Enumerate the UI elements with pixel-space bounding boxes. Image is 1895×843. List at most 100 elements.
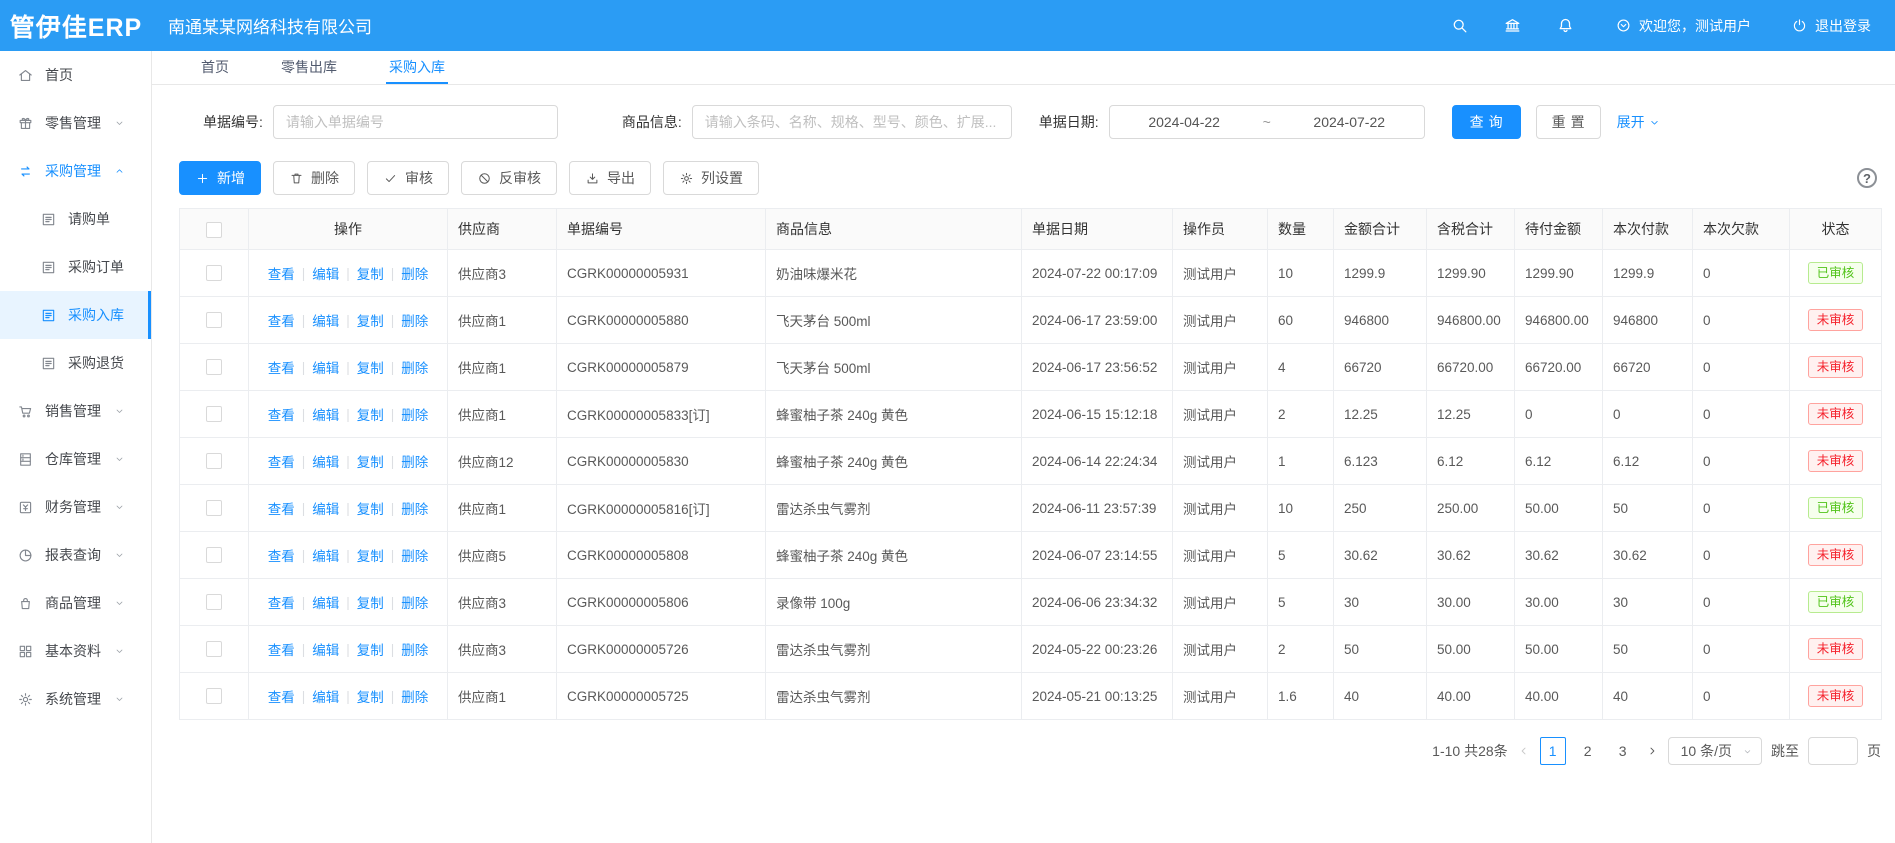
row-action-copy[interactable]: 复制: [357, 451, 384, 471]
row-checkbox[interactable]: [206, 265, 222, 281]
row-checkbox[interactable]: [206, 312, 222, 328]
date-range-input[interactable]: 2024-04-22 ~ 2024-07-22: [1109, 105, 1425, 139]
tab-home[interactable]: 首页: [198, 51, 232, 84]
gear-icon: [17, 691, 34, 708]
sidebar-item-finance[interactable]: 财务管理: [0, 483, 151, 531]
page-number-1[interactable]: 1: [1540, 737, 1566, 765]
page-number-2[interactable]: 2: [1575, 737, 1601, 765]
row-action-copy[interactable]: 复制: [357, 357, 384, 377]
row-action-edit[interactable]: 编辑: [312, 686, 339, 706]
row-action-edit[interactable]: 编辑: [312, 451, 339, 471]
row-action-delete[interactable]: 删除: [401, 639, 428, 659]
row-action-view[interactable]: 查看: [268, 404, 295, 424]
sidebar-item-requisition[interactable]: 请购单: [0, 195, 151, 243]
row-action-edit[interactable]: 编辑: [312, 310, 339, 330]
bell-icon[interactable]: [1556, 16, 1575, 35]
logout-button[interactable]: 退出登录: [1791, 16, 1871, 36]
row-action-edit[interactable]: 编辑: [312, 404, 339, 424]
sidebar-item-purchase-return[interactable]: 采购退货: [0, 339, 151, 387]
row-checkbox[interactable]: [206, 406, 222, 422]
row-action-copy[interactable]: 复制: [357, 592, 384, 612]
row-action-view[interactable]: 查看: [268, 592, 295, 612]
add-button[interactable]: 新增: [179, 161, 261, 195]
row-action-view[interactable]: 查看: [268, 686, 295, 706]
row-action-delete[interactable]: 删除: [401, 357, 428, 377]
row-action-edit[interactable]: 编辑: [312, 357, 339, 377]
row-action-copy[interactable]: 复制: [357, 545, 384, 565]
row-action-view[interactable]: 查看: [268, 545, 295, 565]
row-action-edit[interactable]: 编辑: [312, 545, 339, 565]
row-action-delete[interactable]: 删除: [401, 498, 428, 518]
delete-button[interactable]: 删除: [273, 161, 355, 195]
row-action-delete[interactable]: 删除: [401, 310, 428, 330]
help-icon[interactable]: ?: [1857, 168, 1877, 188]
bank-icon[interactable]: [1503, 16, 1522, 35]
search-icon[interactable]: [1450, 16, 1469, 35]
sidebar-item-report[interactable]: 报表查询: [0, 531, 151, 579]
prev-page-icon[interactable]: [1517, 744, 1531, 758]
sidebar-item-retail[interactable]: 零售管理: [0, 99, 151, 147]
row-action-edit[interactable]: 编辑: [312, 639, 339, 659]
reset-button[interactable]: 重置: [1536, 105, 1601, 139]
row-action-copy[interactable]: 复制: [357, 404, 384, 424]
tab-purchase-inbound[interactable]: 采购入库: [386, 51, 448, 84]
sidebar-item-purchase-order[interactable]: 采购订单: [0, 243, 151, 291]
doc-no-input[interactable]: [273, 105, 558, 139]
page-size-select[interactable]: 10 条/页: [1668, 737, 1762, 765]
row-action-edit[interactable]: 编辑: [312, 592, 339, 612]
row-checkbox[interactable]: [206, 594, 222, 610]
row-action-copy[interactable]: 复制: [357, 686, 384, 706]
row-action-copy[interactable]: 复制: [357, 310, 384, 330]
row-action-copy[interactable]: 复制: [357, 498, 384, 518]
row-checkbox[interactable]: [206, 688, 222, 704]
sidebar-item-home[interactable]: 首页: [0, 51, 151, 99]
cell-actions: 查看|编辑|复制|删除: [249, 532, 448, 579]
sidebar-item-label: 采购退货: [68, 353, 124, 373]
user-menu[interactable]: 欢迎您，测试用户: [1615, 16, 1751, 36]
row-action-delete[interactable]: 删除: [401, 263, 428, 283]
row-action-delete[interactable]: 删除: [401, 451, 428, 471]
sidebar-item-system[interactable]: 系统管理: [0, 675, 151, 723]
row-action-view[interactable]: 查看: [268, 451, 295, 471]
row-action-view[interactable]: 查看: [268, 310, 295, 330]
sidebar-item-goods[interactable]: 商品管理: [0, 579, 151, 627]
tab-retail-outbound[interactable]: 零售出库: [278, 51, 340, 84]
action-separator: |: [391, 595, 395, 610]
row-action-delete[interactable]: 删除: [401, 404, 428, 424]
row-action-view[interactable]: 查看: [268, 357, 295, 377]
row-checkbox[interactable]: [206, 641, 222, 657]
row-checkbox[interactable]: [206, 500, 222, 516]
row-action-delete[interactable]: 删除: [401, 545, 428, 565]
row-checkbox[interactable]: [206, 453, 222, 469]
row-checkbox[interactable]: [206, 359, 222, 375]
product-info-input[interactable]: [692, 105, 1012, 139]
row-action-copy[interactable]: 复制: [357, 263, 384, 283]
row-action-delete[interactable]: 删除: [401, 686, 428, 706]
row-action-delete[interactable]: 删除: [401, 592, 428, 612]
audit-button[interactable]: 审核: [367, 161, 449, 195]
row-action-edit[interactable]: 编辑: [312, 263, 339, 283]
unaudit-button[interactable]: 反审核: [461, 161, 557, 195]
date-from[interactable]: 2024-04-22: [1110, 114, 1259, 130]
row-checkbox[interactable]: [206, 547, 222, 563]
row-action-view[interactable]: 查看: [268, 263, 295, 283]
date-to[interactable]: 2024-07-22: [1275, 114, 1424, 130]
row-action-view[interactable]: 查看: [268, 498, 295, 518]
export-button[interactable]: 导出: [569, 161, 651, 195]
sidebar-item-warehouse[interactable]: 仓库管理: [0, 435, 151, 483]
row-action-edit[interactable]: 编辑: [312, 498, 339, 518]
action-separator: |: [391, 689, 395, 704]
column-settings-button[interactable]: 列设置: [663, 161, 759, 195]
sidebar-item-sales[interactable]: 销售管理: [0, 387, 151, 435]
page-number-3[interactable]: 3: [1610, 737, 1636, 765]
jump-page-input[interactable]: [1808, 737, 1858, 765]
sidebar-item-purchase[interactable]: 采购管理: [0, 147, 151, 195]
expand-link[interactable]: 展开: [1617, 112, 1661, 132]
row-action-view[interactable]: 查看: [268, 639, 295, 659]
next-page-icon[interactable]: [1645, 744, 1659, 758]
sidebar-item-basic-data[interactable]: 基本资料: [0, 627, 151, 675]
row-action-copy[interactable]: 复制: [357, 639, 384, 659]
sidebar-item-purchase-inbound[interactable]: 采购入库: [0, 291, 151, 339]
select-all-checkbox[interactable]: [206, 222, 222, 238]
query-button[interactable]: 查询: [1452, 105, 1521, 139]
